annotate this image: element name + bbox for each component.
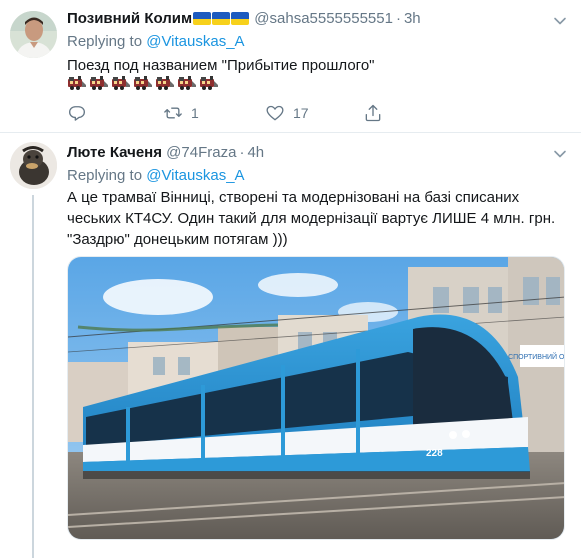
tweet-2[interactable]: Люте Каченя @74Fraza · 4h Replying to @Vit…	[0, 133, 581, 558]
train-emoji-icon	[89, 75, 109, 91]
avatar[interactable]	[10, 142, 57, 189]
avatar[interactable]	[10, 11, 57, 58]
tram-number: 228	[426, 448, 443, 459]
caret-down-icon[interactable]	[553, 14, 567, 28]
tweet-photo[interactable]: СПОРТИВНИЙ ОДЯГ	[67, 256, 565, 540]
ukraine-flags	[193, 11, 250, 31]
reply-icon	[69, 106, 86, 121]
shop-sign: СПОРТИВНИЙ ОДЯГ	[508, 352, 565, 361]
ukraine-flag-icon	[193, 12, 212, 25]
like-count: 17	[293, 105, 309, 121]
tweet-actions: 1 17	[67, 102, 387, 124]
user-handle[interactable]: @74Fraza	[166, 144, 236, 161]
emoji-row	[67, 75, 221, 93]
timestamp[interactable]: 4h	[247, 144, 264, 161]
user-handle[interactable]: @sahsa5555555551	[254, 10, 393, 27]
tweet-1[interactable]: Позивний Колим @sahsa5555555551 · 3h Reply…	[0, 0, 581, 133]
like-icon	[266, 105, 284, 121]
display-name[interactable]: Люте Каченя	[67, 144, 162, 161]
reply-button[interactable]	[67, 102, 95, 124]
ukraine-flag-icon	[231, 12, 250, 25]
mention-link[interactable]: @Vitauskas_A	[146, 33, 244, 50]
retweet-button[interactable]: 1	[163, 102, 199, 124]
train-emoji-icon	[155, 75, 175, 91]
timestamp[interactable]: 3h	[404, 10, 421, 27]
thread-line	[32, 195, 34, 558]
caret-down-icon[interactable]	[553, 147, 567, 161]
mention-link[interactable]: @Vitauskas_A	[146, 167, 244, 184]
tweet-text: А це трамваї Вінниці, створені та модерн…	[67, 189, 556, 248]
train-emoji-icon	[199, 75, 219, 91]
replying-to: Replying to @Vitauskas_A	[67, 33, 245, 50]
train-emoji-icon	[111, 75, 131, 91]
tweet-text: Поезд под названием "Прибытие прошлого"	[67, 57, 375, 74]
tweet-header: Позивний Колим @sahsa5555555551 · 3h	[67, 9, 421, 31]
share-button[interactable]	[363, 102, 383, 124]
like-button[interactable]: 17	[265, 102, 309, 124]
share-icon	[365, 104, 381, 122]
display-name[interactable]: Позивний Колим	[67, 10, 192, 27]
tram-photo: СПОРТИВНИЙ ОДЯГ	[68, 257, 565, 539]
retweet-icon	[164, 107, 182, 119]
replying-to: Replying to @Vitauskas_A	[67, 167, 245, 184]
ukraine-flag-icon	[212, 12, 231, 25]
retweet-count: 1	[191, 105, 199, 121]
tweet-header: Люте Каченя @74Fraza · 4h	[67, 144, 265, 161]
train-emoji-icon	[133, 75, 153, 91]
train-emoji-icon	[177, 75, 197, 91]
train-emoji-icon	[67, 75, 87, 91]
